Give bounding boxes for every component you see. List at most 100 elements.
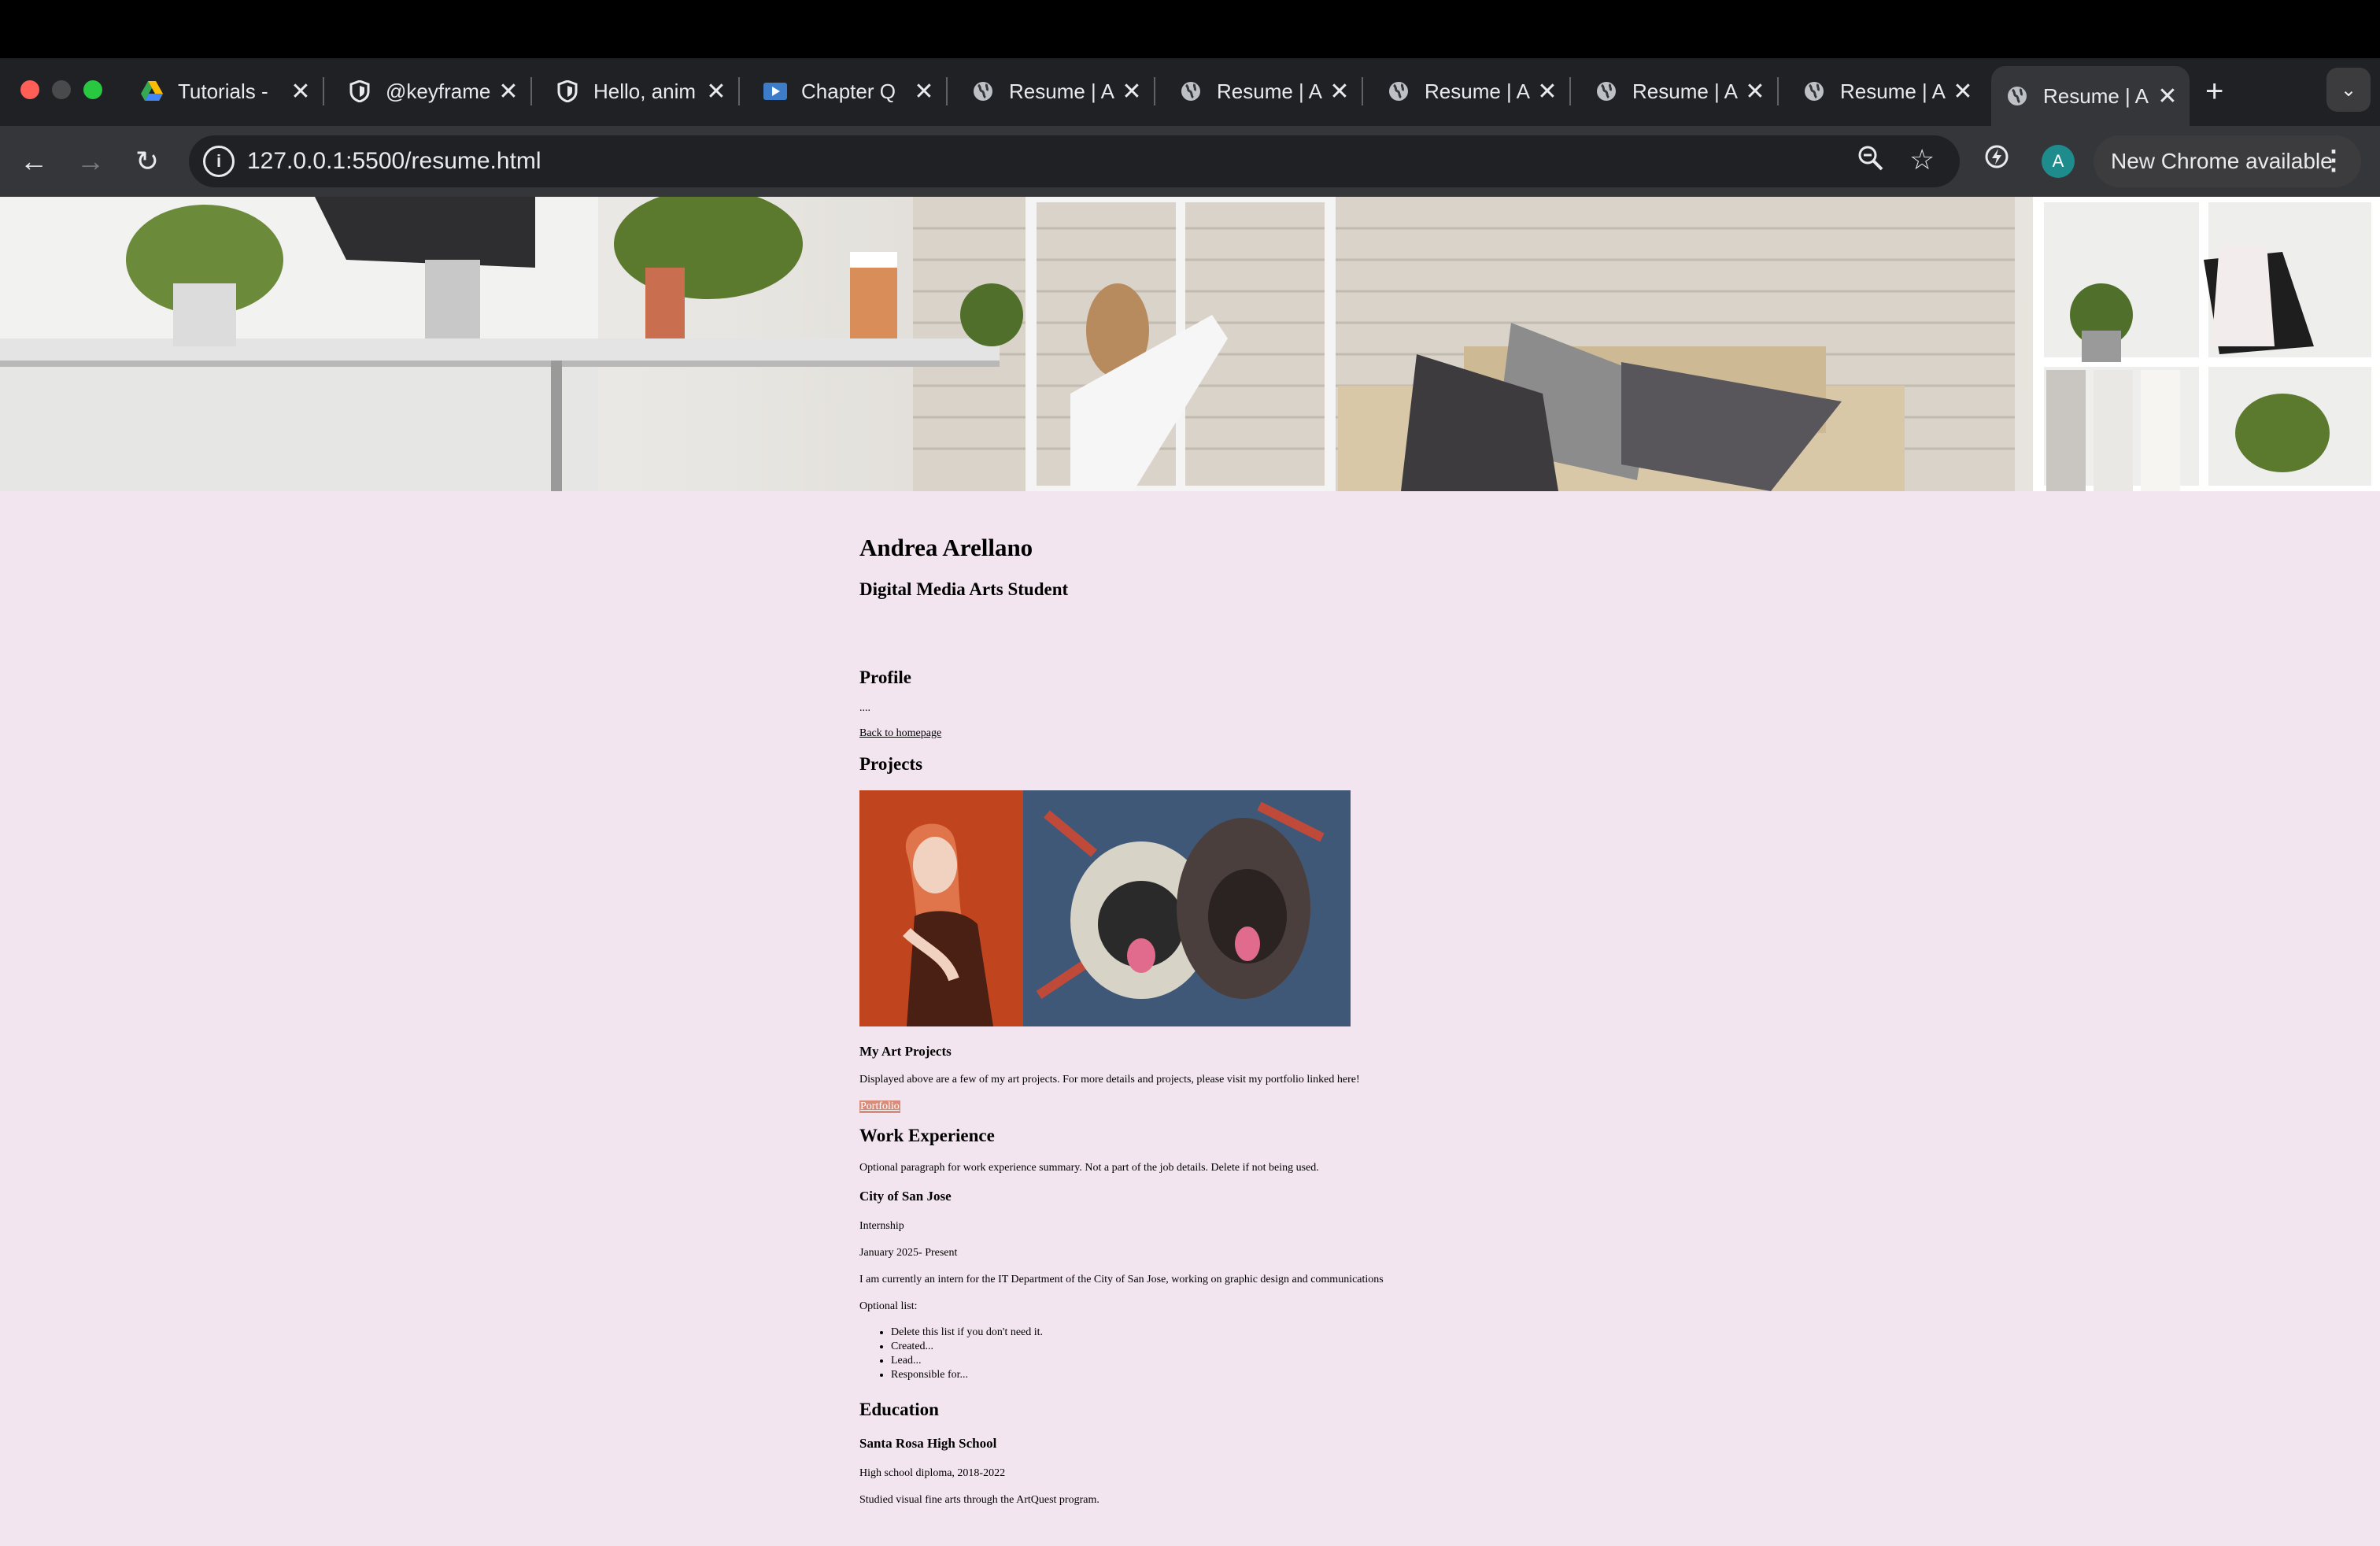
bookmark-star-icon[interactable]: ☆ — [1909, 143, 1935, 176]
tab-search-button[interactable]: ⌄ — [2326, 68, 2371, 112]
os-menu-bar — [0, 0, 2380, 58]
list-item: Lead... — [891, 1354, 1568, 1368]
close-window-button[interactable] — [20, 80, 39, 99]
close-icon[interactable]: ✕ — [288, 78, 313, 105]
tab-separator — [323, 77, 324, 105]
tab-title: Hello, anim — [593, 79, 697, 103]
minimize-window-button[interactable] — [52, 80, 71, 99]
tab-hello-animation[interactable]: Hello, anim ✕ — [541, 66, 740, 117]
reload-icon: ↻ — [135, 145, 160, 177]
close-icon[interactable]: ✕ — [1327, 78, 1352, 105]
education-heading: Education — [859, 1400, 939, 1419]
education-note: Studied visual fine arts through the Art… — [859, 1494, 1099, 1506]
job-dates: January 2025- Present — [859, 1247, 958, 1259]
close-icon[interactable]: ✕ — [496, 78, 521, 105]
tab-separator — [1154, 77, 1155, 105]
tab-title: Resume | A — [1217, 79, 1322, 103]
zoom-icon[interactable] — [1857, 145, 1884, 179]
back-button[interactable]: ← — [14, 142, 54, 181]
tab-separator — [530, 77, 532, 105]
globe-icon — [1179, 80, 1203, 103]
list-item: Responsible for... — [891, 1368, 1568, 1382]
back-to-homepage-link[interactable]: Back to homepage — [859, 727, 941, 739]
work-summary-text: Optional paragraph for work experience s… — [859, 1162, 1319, 1174]
tab-title: Resume | A — [1632, 79, 1738, 103]
page-title: Andrea Arellano — [859, 534, 1033, 561]
update-label: New Chrome available — [2111, 149, 2333, 173]
tab-separator — [738, 77, 740, 105]
school-heading: Santa Rosa High School — [859, 1436, 997, 1451]
close-icon[interactable]: ✕ — [704, 78, 729, 105]
globe-icon — [1595, 80, 1618, 103]
list-item: Created... — [891, 1340, 1568, 1354]
tab-strip: Tutorials - ✕ @keyframe ✕ Hello, anim ✕ … — [0, 58, 2380, 126]
optional-list-label: Optional list: — [859, 1300, 918, 1312]
art-projects-heading: My Art Projects — [859, 1044, 952, 1059]
tab-title: Tutorials - — [178, 79, 268, 103]
close-icon[interactable]: ✕ — [1950, 78, 1975, 105]
tab-separator — [1777, 77, 1779, 105]
close-icon[interactable]: ✕ — [1743, 78, 1768, 105]
tab-keyframes[interactable]: @keyframe ✕ — [334, 66, 532, 117]
close-icon[interactable]: ✕ — [2155, 83, 2180, 110]
page-subtitle: Digital Media Arts Student — [859, 579, 1069, 599]
close-icon[interactable]: ✕ — [911, 78, 937, 105]
job-role: Internship — [859, 1220, 904, 1232]
zoom-window-button[interactable] — [83, 80, 102, 99]
employer-heading: City of San Jose — [859, 1189, 952, 1204]
tab-resume-5[interactable]: Resume | A ✕ — [1788, 66, 1985, 117]
list-item: Delete this list if you don't need it. — [891, 1326, 1568, 1340]
tab-resume-3[interactable]: Resume | A ✕ — [1373, 66, 1571, 117]
shield-icon — [348, 80, 371, 103]
projects-heading: Projects — [859, 754, 923, 774]
art-dogs-painting-image — [1023, 790, 1351, 1026]
info-icon[interactable]: i — [203, 146, 235, 177]
tab-title: Resume | A — [1009, 79, 1114, 103]
tab-chapter[interactable]: Chapter Q ✕ — [749, 66, 948, 117]
arrow-left-icon: ← — [20, 145, 48, 177]
job-description: I am currently an intern for the IT Depa… — [859, 1274, 1384, 1285]
profile-text: .... — [859, 702, 870, 714]
job-responsibilities-list: Delete this list if you don't need it. C… — [891, 1326, 1568, 1382]
tab-tutorials[interactable]: Tutorials - ✕ — [126, 66, 324, 117]
extensions-icon[interactable] — [1983, 143, 2010, 177]
diploma-text: High school diploma, 2018-2022 — [859, 1467, 1006, 1479]
close-icon[interactable]: ✕ — [1119, 78, 1144, 105]
resume-content: Andrea Arellano Digital Media Arts Stude… — [859, 520, 1568, 1507]
reload-button[interactable]: ↻ — [128, 142, 167, 181]
profile-heading: Profile — [859, 668, 911, 687]
tab-resume-active[interactable]: Resume | A ✕ — [1991, 66, 2190, 126]
tab-resume-4[interactable]: Resume | A ✕ — [1580, 66, 1779, 117]
browser-toolbar: ← → ↻ i 127.0.0.1:5500/resume.html ☆ A N… — [0, 126, 2380, 197]
new-tab-button[interactable]: + — [2205, 76, 2223, 107]
tab-title: Resume | A — [1425, 79, 1530, 103]
globe-icon — [2005, 84, 2029, 108]
globe-icon — [1387, 80, 1410, 103]
tab-separator — [1362, 77, 1363, 105]
tab-title: @keyframe — [386, 79, 491, 103]
globe-icon — [971, 80, 995, 103]
menu-dots-icon[interactable]: ⋮ — [2320, 145, 2347, 176]
arrow-right-icon: → — [76, 145, 105, 177]
update-chrome-button[interactable]: New Chrome available ⋮ — [2094, 135, 2361, 187]
tab-title: Resume | A — [2043, 83, 2149, 108]
url-text[interactable]: 127.0.0.1:5500/resume.html — [247, 148, 541, 175]
profile-avatar[interactable]: A — [2042, 145, 2075, 178]
tab-resume-1[interactable]: Resume | A ✕ — [957, 66, 1155, 117]
chevron-down-icon: ⌄ — [2340, 79, 2357, 101]
art-projects-image — [859, 790, 1351, 1026]
forward-button[interactable]: → — [71, 142, 110, 181]
tab-separator — [1569, 77, 1571, 105]
tab-resume-2[interactable]: Resume | A ✕ — [1165, 66, 1363, 117]
tab-title: Chapter Q — [801, 79, 896, 103]
work-experience-heading: Work Experience — [859, 1126, 995, 1145]
address-bar[interactable]: i 127.0.0.1:5500/resume.html ☆ — [189, 135, 1960, 187]
tab-title: Resume | A — [1840, 79, 1946, 103]
globe-icon — [1802, 80, 1826, 103]
art-portrait-image — [859, 790, 1023, 1026]
google-drive-icon — [140, 80, 164, 103]
shield-icon — [556, 80, 579, 103]
video-icon — [763, 80, 787, 103]
portfolio-link[interactable]: Portfolio — [859, 1100, 900, 1113]
close-icon[interactable]: ✕ — [1535, 78, 1560, 105]
